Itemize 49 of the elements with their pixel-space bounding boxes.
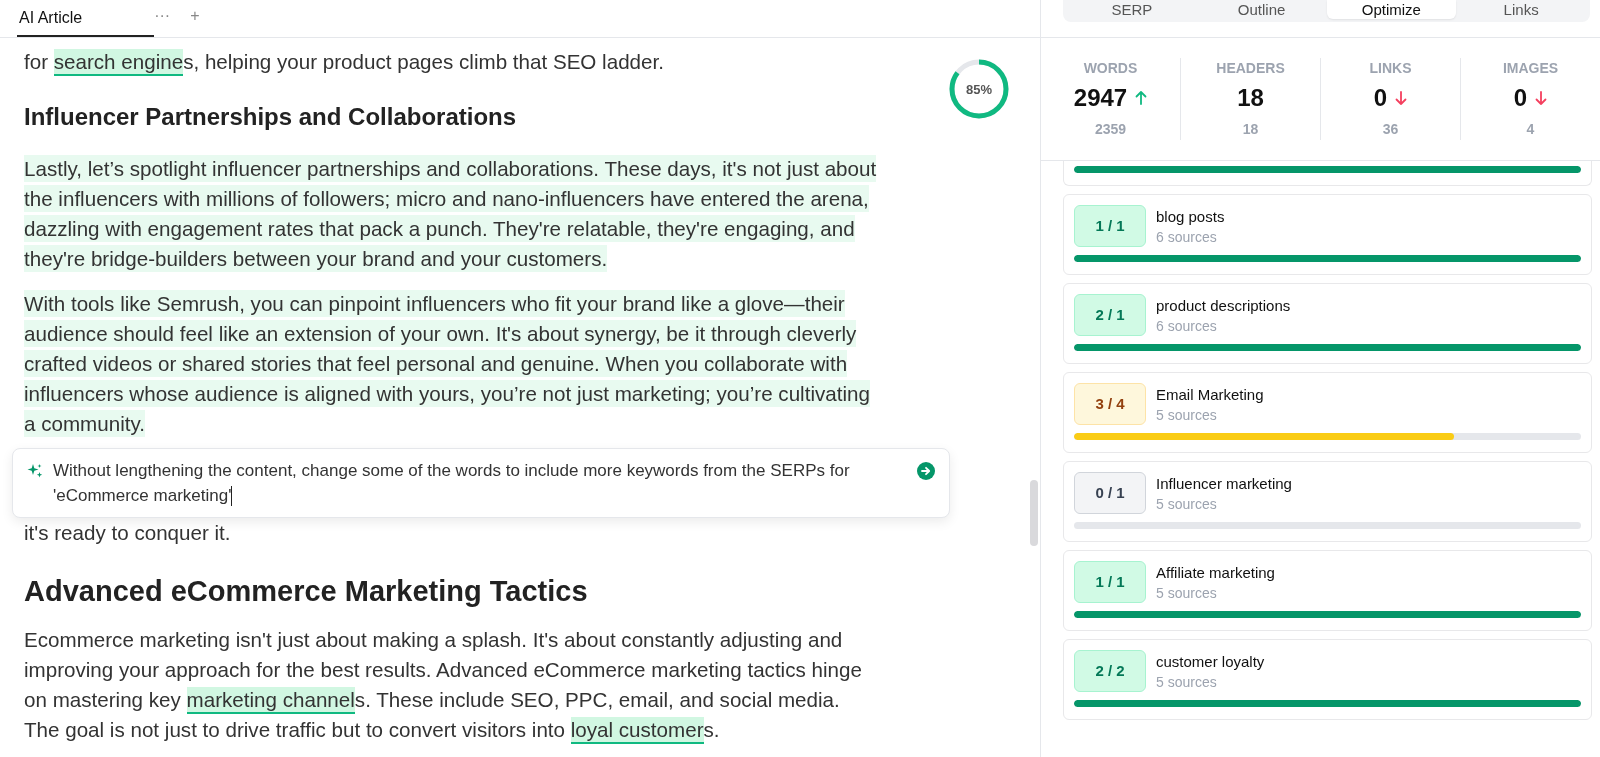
stat-target: 2359 xyxy=(1094,120,1127,139)
topic-name: Email Marketing xyxy=(1156,385,1264,405)
stat-value: 0 xyxy=(1513,83,1528,113)
stat-value: 0 xyxy=(1373,83,1388,113)
paragraph: it's ready to conquer it. xyxy=(24,519,232,546)
paragraph: Ecommerce marketing isn't just about making a splash. It's about constantly adjusting and improving your approach for the best results. Advanced eCommerce marketing tactics hinge on mastering key marketing channels. These include SEO, PPC, email, and social media. The goal is not just to drive traffic but to convert visitors into loyal customers. xyxy=(24,624,880,745)
topic-name: Influencer marketing xyxy=(1156,474,1292,494)
section-heading: Advanced eCommerce Marketing Tactics xyxy=(24,573,589,609)
send-button[interactable] xyxy=(917,461,935,480)
score-ring: 85% xyxy=(948,58,1010,120)
count-badge: 1 / 1 xyxy=(1074,205,1146,247)
paragraph: for search engines, helping your product pages climb that SEO ladder. xyxy=(24,47,880,77)
stat-target: 18 xyxy=(1242,120,1259,139)
add-tab-button[interactable]: + xyxy=(190,0,220,37)
stat-label: WORDS xyxy=(1083,59,1138,78)
panel-tab[interactable]: Optimize xyxy=(1326,0,1457,19)
count-badge: 2 / 1 xyxy=(1074,294,1146,336)
topic-sources: 5 sources xyxy=(1156,584,1218,603)
paragraph: With tools like Semrush, you can pinpoint influencers who fit your brand like a glove—their audience should feel like an extension of your own. It's about synergy, be it through cleverly crafted videos or shared stories that feel personal and genuine. When you collaborate with influencers whose audience is aligned with yours, you’re not just marketing; you’re cultivating a community. xyxy=(24,288,871,439)
count-badge: 0 / 1 xyxy=(1074,472,1146,514)
panel-tab[interactable]: Links xyxy=(1456,0,1586,19)
stat-label: HEADERS xyxy=(1216,59,1285,78)
count-badge: 2 / 2 xyxy=(1074,650,1146,692)
count-badge: 1 / 1 xyxy=(1074,561,1146,603)
topic-name: blog posts xyxy=(1156,207,1225,227)
topic-sources: 6 sources xyxy=(1156,317,1218,336)
topic-sources: 5 sources xyxy=(1156,673,1218,692)
topic-name: Affiliate marketing xyxy=(1156,563,1275,583)
topic-sources: 5 sources xyxy=(1156,495,1218,514)
panel-tab[interactable]: SERP xyxy=(1067,0,1197,19)
stat-target: 4 xyxy=(1526,120,1535,139)
stat-label: LINKS xyxy=(1369,59,1412,78)
sparkle-icon xyxy=(27,462,43,479)
section-heading: Influencer Partnerships and Collaborations xyxy=(24,103,518,132)
stat-value: 18 xyxy=(1237,83,1264,113)
stat-target: 36 xyxy=(1382,120,1399,139)
topic-name: product descriptions xyxy=(1156,296,1291,316)
topic-name: customer loyalty xyxy=(1156,652,1265,672)
prompt-field[interactable]: Without lengthening the content, change some of the words to include more keywords from the SERPs for 'eCommerce marketing' xyxy=(12,447,950,518)
more-button[interactable]: ··· xyxy=(154,0,191,37)
topic-sources: 5 sources xyxy=(1156,406,1218,425)
document-tab[interactable]: AI Article xyxy=(17,0,155,37)
stat-value: 2947 xyxy=(1073,83,1128,113)
count-badge: 3 / 4 xyxy=(1074,383,1146,425)
panel-tab[interactable]: Outline xyxy=(1196,0,1327,19)
scrollbar-thumb[interactable] xyxy=(1030,480,1038,546)
topic-sources: 6 sources xyxy=(1156,228,1218,247)
paragraph: Lastly, let’s spotlight influencer partnerships and collaborations. These days, it's not just about the influencers with millions of followers; micro and nano-influencers have entered the arena, dazzling with engagement rates that pack a punch. They're relatable, they're engaging, and they're bridge-builders between your brand and your customers. xyxy=(24,153,878,274)
stat-label: IMAGES xyxy=(1502,59,1559,78)
